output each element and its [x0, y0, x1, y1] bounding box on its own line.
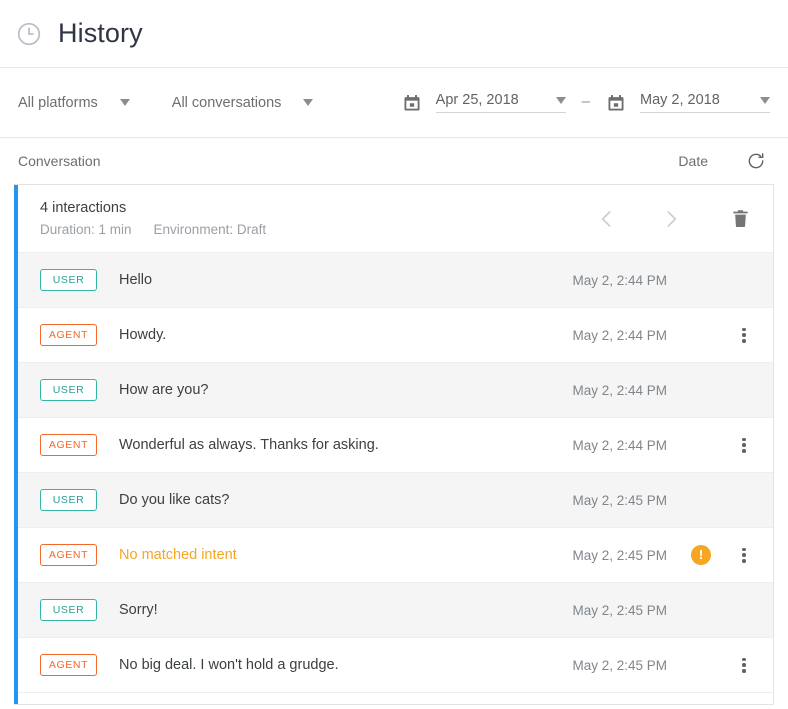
- conversation-environment: Environment: Draft: [154, 222, 267, 237]
- role-badge: AGENT: [40, 544, 97, 566]
- conversation-card-body: 4 interactions Duration: 1 min Environme…: [18, 185, 773, 704]
- message-row[interactable]: AGENT Wonderful as always. Thanks for as…: [18, 418, 773, 473]
- row-menu-slot: [731, 658, 757, 673]
- message-list: USER Hello May 2, 2:44 PM AGENT Howdy. M…: [18, 253, 773, 704]
- message-text: Sorry!: [119, 602, 572, 618]
- table-header: Conversation Date: [0, 138, 788, 184]
- message-text: No matched intent: [119, 547, 572, 563]
- end-date-field[interactable]: May 2, 2018: [640, 92, 770, 113]
- message-row[interactable]: AGENT No matched intent May 2, 2:45 PM !: [18, 528, 773, 583]
- message-timestamp: May 2, 2:45 PM: [572, 658, 667, 673]
- message-row[interactable]: USER Do you like cats? May 2, 2:45 PM: [18, 473, 773, 528]
- start-date-value: Apr 25, 2018: [436, 92, 519, 108]
- conversation-actions: [556, 206, 757, 232]
- row-menu-slot: [731, 548, 757, 563]
- role-badge: AGENT: [40, 324, 97, 346]
- message-row[interactable]: USER Sorry! May 2, 2:45 PM: [18, 583, 773, 638]
- more-options-icon[interactable]: [742, 548, 746, 563]
- conversation-filter-dropdown[interactable]: All conversations: [172, 95, 314, 111]
- chevron-down-icon: [556, 97, 566, 104]
- message-text: No big deal. I won't hold a grudge.: [119, 657, 572, 673]
- warning-icon[interactable]: !: [691, 545, 711, 565]
- conversation-card: 4 interactions Duration: 1 min Environme…: [14, 184, 774, 705]
- previous-conversation-button[interactable]: [594, 206, 620, 232]
- row-menu-slot: [731, 328, 757, 343]
- next-conversation-button[interactable]: [658, 206, 684, 232]
- calendar-icon[interactable]: [402, 93, 422, 113]
- conversation-filter-label: All conversations: [172, 95, 282, 111]
- message-row[interactable]: AGENT Howdy. May 2, 2:44 PM: [18, 308, 773, 363]
- chevron-down-icon: [303, 99, 313, 106]
- conversation-summary-text: 4 interactions Duration: 1 min Environme…: [40, 200, 266, 237]
- platform-filter-label: All platforms: [18, 95, 98, 111]
- delete-conversation-button[interactable]: [730, 208, 751, 229]
- warning-slot: !: [689, 545, 713, 565]
- date-range-separator: –: [582, 93, 590, 113]
- more-options-icon[interactable]: [742, 658, 746, 673]
- filter-bar: All platforms All conversations Apr 25, …: [0, 68, 788, 138]
- message-text: Wonderful as always. Thanks for asking.: [119, 437, 572, 453]
- page-header: History: [0, 0, 788, 68]
- chevron-down-icon: [120, 99, 130, 106]
- clock-icon: [16, 21, 42, 47]
- message-timestamp: May 2, 2:44 PM: [572, 273, 667, 288]
- message-timestamp: May 2, 2:45 PM: [572, 548, 667, 563]
- refresh-icon[interactable]: [746, 151, 766, 171]
- page-title: History: [58, 18, 143, 49]
- role-badge: AGENT: [40, 654, 97, 676]
- message-row[interactable]: USER Hello May 2, 2:44 PM: [18, 253, 773, 308]
- end-date-value: May 2, 2018: [640, 92, 720, 108]
- message-text: Do you like cats?: [119, 492, 572, 508]
- platform-filter-dropdown[interactable]: All platforms: [18, 95, 130, 111]
- message-text: Hello: [119, 272, 572, 288]
- message-text: How are you?: [119, 382, 572, 398]
- interactions-count: 4 interactions: [40, 200, 266, 216]
- message-row[interactable]: USER How are you? May 2, 2:44 PM: [18, 363, 773, 418]
- message-row[interactable]: AGENT No big deal. I won't hold a grudge…: [18, 638, 773, 693]
- message-timestamp: May 2, 2:44 PM: [572, 438, 667, 453]
- role-badge: USER: [40, 599, 97, 621]
- conversation-meta: Duration: 1 min Environment: Draft: [40, 222, 266, 237]
- message-timestamp: May 2, 2:45 PM: [572, 603, 667, 618]
- message-timestamp: May 2, 2:45 PM: [572, 493, 667, 508]
- role-badge: USER: [40, 489, 97, 511]
- date-range-group: Apr 25, 2018 – May 2, 2018: [402, 92, 770, 113]
- column-header-date[interactable]: Date: [678, 153, 708, 169]
- chevron-down-icon: [760, 97, 770, 104]
- message-text: Howdy.: [119, 327, 572, 343]
- more-options-icon[interactable]: [742, 438, 746, 453]
- calendar-icon[interactable]: [606, 93, 626, 113]
- more-options-icon[interactable]: [742, 328, 746, 343]
- conversation-summary[interactable]: 4 interactions Duration: 1 min Environme…: [18, 185, 773, 253]
- role-badge: AGENT: [40, 434, 97, 456]
- column-header-conversation: Conversation: [18, 153, 101, 169]
- start-date-field[interactable]: Apr 25, 2018: [436, 92, 566, 113]
- row-menu-slot: [731, 438, 757, 453]
- conversation-duration: Duration: 1 min: [40, 222, 132, 237]
- role-badge: USER: [40, 379, 97, 401]
- role-badge: USER: [40, 269, 97, 291]
- message-timestamp: May 2, 2:44 PM: [572, 383, 667, 398]
- message-timestamp: May 2, 2:44 PM: [572, 328, 667, 343]
